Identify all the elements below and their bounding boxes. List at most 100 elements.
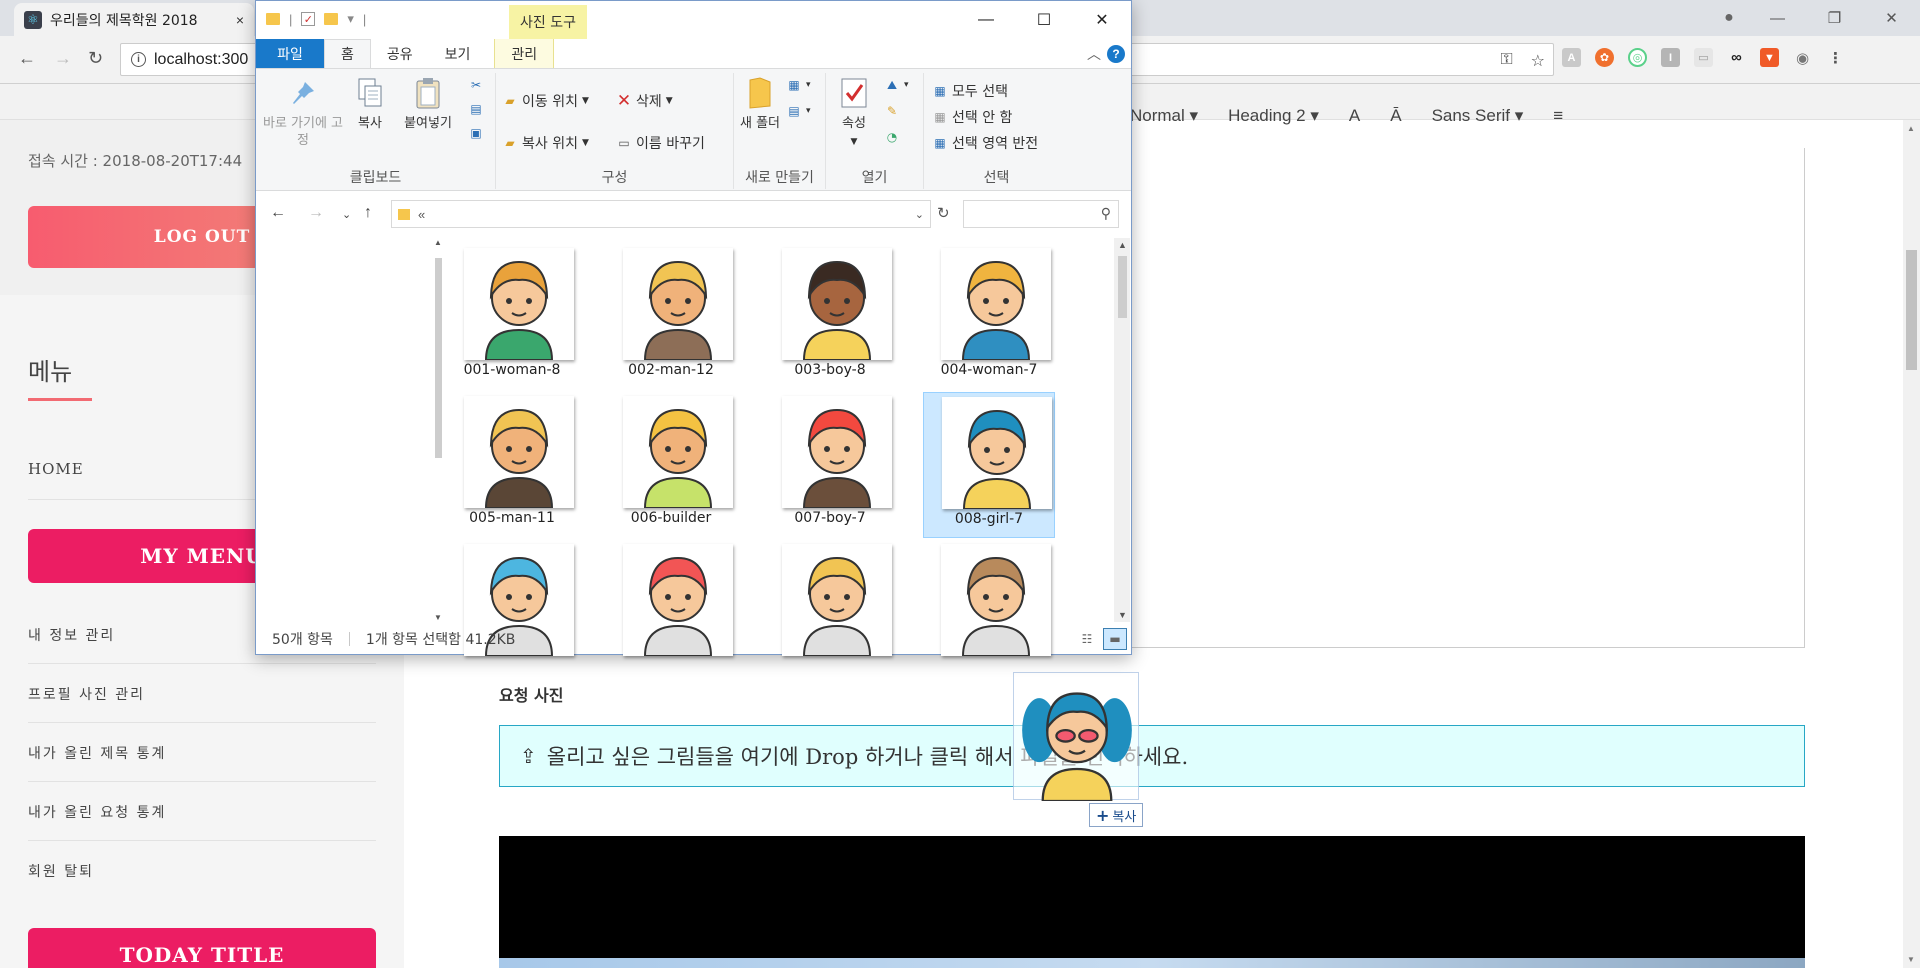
menu-home-link[interactable]: HOME	[28, 460, 84, 478]
new-folder-button[interactable]: 새 폴더	[740, 77, 780, 132]
files-scroll-thumb[interactable]	[1118, 256, 1127, 318]
large-icons-view-icon[interactable]: ▬	[1103, 628, 1127, 650]
brave-shield-icon[interactable]: ▼	[1760, 48, 1779, 67]
menu-item-request-stats[interactable]: 내가 올린 요청 통계	[28, 802, 166, 822]
format-select[interactable]: Normal ▾	[1130, 106, 1198, 126]
explorer-address-bar[interactable]: « ⌄	[391, 200, 931, 228]
menu-item-withdraw[interactable]: 회원 탈퇴	[28, 861, 94, 881]
scroll-down-icon[interactable]: ▼	[434, 613, 442, 622]
file-item[interactable]: 002-man-12	[605, 244, 737, 390]
maximize-icon[interactable]: ☐	[1015, 1, 1073, 39]
file-item[interactable]: 008-girl-7	[923, 392, 1055, 538]
minimize-icon[interactable]: —	[1749, 10, 1806, 27]
select-all-button[interactable]: ▦ 모두 선택	[932, 81, 1008, 101]
explorer-title-bar[interactable]: | ✓ ▾ | 사진 도구 — ☐ ✕	[256, 1, 1131, 39]
history-icon[interactable]: ◔	[884, 129, 900, 145]
explorer-search-input[interactable]: ⚲	[963, 200, 1119, 228]
file-item[interactable]: 004-woman-7	[923, 244, 1055, 390]
back-icon[interactable]: ←	[18, 48, 36, 69]
text-color-icon[interactable]: A	[1349, 106, 1360, 126]
select-none-button[interactable]: ▦ 선택 안 함	[932, 107, 1012, 127]
pdf-extension-icon[interactable]: A	[1562, 48, 1581, 67]
tab-share[interactable]: 공유	[371, 39, 429, 68]
chevron-down-icon[interactable]: ⌄	[915, 208, 924, 221]
menu-item-profile-photo[interactable]: 프로필 사진 관리	[28, 684, 145, 704]
orange-extension-icon[interactable]: ✿	[1595, 48, 1614, 67]
cut-icon[interactable]: ✂	[468, 77, 484, 93]
copy-button[interactable]: 복사	[350, 77, 390, 132]
copy-path-icon[interactable]: ▤	[468, 101, 484, 117]
font-select[interactable]: Sans Serif ▾	[1432, 106, 1524, 126]
align-icon[interactable]: ≡	[1553, 106, 1563, 126]
green-extension-icon[interactable]: ◎	[1628, 48, 1647, 67]
page-scroll-thumb[interactable]	[1906, 250, 1917, 370]
easy-access-icon[interactable]: ▤ ▾	[786, 103, 810, 119]
menu-item-my-info[interactable]: 내 정보 관리	[28, 625, 115, 645]
key-icon[interactable]: ⚿	[1500, 51, 1512, 71]
files-scrollbar[interactable]: ▲ ▼	[1114, 238, 1130, 622]
site-info-icon[interactable]: i	[131, 52, 146, 67]
file-item[interactable]: 006-builder	[605, 392, 737, 538]
today-title-button[interactable]: TODAY TITLE	[28, 928, 376, 968]
scroll-down-icon[interactable]: ▼	[1118, 610, 1127, 620]
pin-quick-access-button[interactable]: 바로 가기에 고정	[262, 77, 344, 149]
gray-extension-icon[interactable]: I	[1661, 48, 1680, 67]
glasses-extension-icon[interactable]: ∞	[1727, 48, 1746, 67]
recent-locations-icon[interactable]: ⌄	[342, 208, 351, 221]
minimize-icon[interactable]: —	[957, 1, 1015, 39]
page-scrollbar[interactable]: ▲ ▼	[1903, 120, 1920, 968]
properties-check-icon[interactable]: ✓	[301, 12, 316, 26]
menu-dots-icon[interactable]: ⋮	[1826, 48, 1845, 67]
close-window-icon[interactable]: ✕	[1863, 9, 1920, 27]
file-item[interactable]	[923, 540, 1055, 686]
file-dropzone[interactable]: ⇪ 올리고 싶은 그림들을 여기에 Drop 하거나 클릭 해서 파일을 선택하…	[499, 725, 1805, 787]
scroll-up-icon[interactable]: ▲	[1907, 124, 1915, 133]
tab-file[interactable]: 파일	[256, 39, 324, 68]
copy-to-button[interactable]: ▰ 복사 위치 ▼	[502, 133, 589, 153]
open-icon[interactable]: ⛰ ▾	[884, 77, 909, 93]
reload-icon[interactable]: ↻	[88, 48, 103, 69]
card-extension-icon[interactable]: ▭	[1694, 48, 1713, 67]
tab-close-icon[interactable]: ×	[236, 12, 244, 28]
move-to-button[interactable]: ▰ 이동 위치 ▼	[502, 91, 589, 111]
forward-icon[interactable]: →	[308, 204, 324, 222]
scroll-up-icon[interactable]: ▲	[434, 238, 442, 247]
tab-home[interactable]: 홈	[324, 39, 371, 68]
rename-button[interactable]: ▭ 이름 바꾸기	[616, 133, 705, 153]
help-icon[interactable]: ?	[1107, 45, 1125, 63]
properties-button[interactable]: 속성 ▼	[832, 77, 876, 151]
bookmark-star-icon[interactable]: ☆	[1531, 51, 1545, 71]
close-icon[interactable]: ✕	[1073, 1, 1131, 39]
up-icon[interactable]: ↑	[364, 204, 372, 222]
collapse-ribbon-icon[interactable]: ︿	[1087, 44, 1101, 64]
file-item[interactable]: 003-boy-8	[764, 244, 896, 390]
new-item-icon[interactable]: ▦ ▾	[786, 77, 810, 93]
profile-icon[interactable]: ●	[1709, 9, 1749, 27]
edit-icon[interactable]: ✎	[884, 103, 900, 119]
file-item[interactable]: 001-woman-8	[446, 244, 578, 390]
browser-tab[interactable]: ⚛ 우리들의 제목학원 2018 ×	[14, 3, 254, 36]
delete-button[interactable]: ✕ 삭제 ▼	[616, 91, 673, 111]
paste-shortcut-icon[interactable]: ▣	[468, 125, 484, 141]
camera-icon[interactable]: ◉	[1793, 48, 1812, 67]
customize-dropdown-icon[interactable]: ▾	[347, 11, 354, 27]
file-item[interactable]: 005-man-11	[446, 392, 578, 538]
scroll-down-icon[interactable]: ▼	[1907, 955, 1915, 964]
forward-icon[interactable]: →	[54, 48, 72, 69]
file-item[interactable]	[764, 540, 896, 686]
invert-selection-button[interactable]: ▦ 선택 영역 반전	[932, 133, 1038, 153]
back-icon[interactable]: ←	[270, 204, 286, 222]
file-item[interactable]	[446, 540, 578, 686]
restore-icon[interactable]: ❐	[1806, 9, 1863, 27]
refresh-icon[interactable]: ↻	[937, 204, 950, 222]
tab-view[interactable]: 보기	[429, 39, 487, 68]
nav-pane-scroll-thumb[interactable]	[435, 258, 442, 458]
nav-pane-scrollbar[interactable]: ▲ ▼	[434, 238, 443, 622]
paste-button[interactable]: 붙여넣기	[398, 77, 458, 132]
heading-select[interactable]: Heading 2 ▾	[1228, 106, 1319, 126]
background-color-icon[interactable]: Ā	[1390, 106, 1401, 126]
new-folder-icon[interactable]	[324, 13, 339, 25]
details-view-icon[interactable]: ☷	[1075, 628, 1099, 650]
menu-item-title-stats[interactable]: 내가 올린 제목 통계	[28, 743, 166, 763]
scroll-up-icon[interactable]: ▲	[1118, 240, 1127, 250]
